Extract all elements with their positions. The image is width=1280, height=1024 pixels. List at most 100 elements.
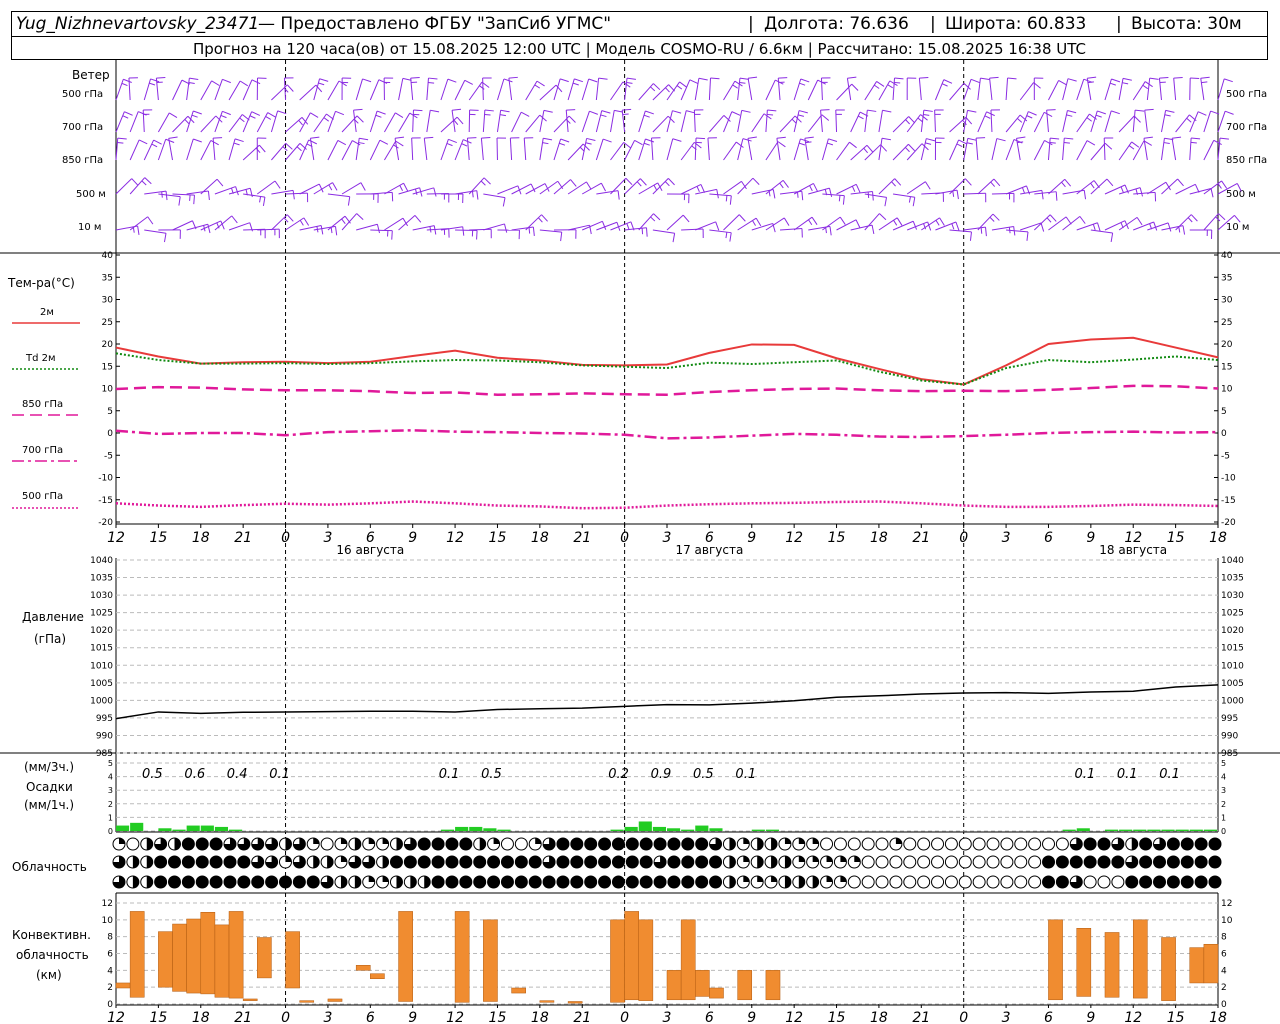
precip-bar-21 xyxy=(751,829,765,831)
temp-ylabel-right-20: 20 xyxy=(1221,340,1233,350)
wind-flag-0-33 xyxy=(588,78,598,83)
time-axis-bottom-tick-label-21: 3 xyxy=(1002,1010,1011,1024)
wind-barb-1-3 xyxy=(157,112,170,133)
wind-barb-1-22 xyxy=(426,110,431,133)
cloud-fill-low-76 xyxy=(1167,838,1180,850)
time-axis-bottom-tick-label-17: 15 xyxy=(828,1010,846,1024)
conv-ylabel-left-4: 4 xyxy=(107,966,113,976)
wind-barb-2-69 xyxy=(1090,142,1106,161)
wind-flag-4-78 xyxy=(1234,215,1241,223)
wind-flag-2-66 xyxy=(1050,137,1060,140)
wind-barb-1-30 xyxy=(539,110,545,133)
wind-flag2-4-54 xyxy=(893,219,898,226)
wind-flag-1-10 xyxy=(267,112,276,118)
cloud-fill-high-43 xyxy=(709,876,722,888)
pressure-ylabel-right-995: 995 xyxy=(1221,714,1238,724)
wind-flag-1-43 xyxy=(731,111,741,116)
wind-barb-4-20 xyxy=(398,215,416,231)
wind-flag-2-47 xyxy=(776,136,786,139)
wind-barb-0-62 xyxy=(989,78,993,101)
wind-flag2-3-24 xyxy=(471,191,474,198)
wind-flag-4-23 xyxy=(462,226,465,236)
wind-flag2-3-48 xyxy=(809,185,813,192)
cloud-circle-mid-58 xyxy=(917,855,931,869)
wind-flag-3-66 xyxy=(1064,178,1072,187)
cloud-circle-high-60 xyxy=(944,875,958,889)
wind-barb-0-45 xyxy=(747,78,753,101)
wind-barb-3-42 xyxy=(709,193,732,197)
cloud-fill-low-48 xyxy=(784,838,791,844)
wind-barb-2-61 xyxy=(975,138,979,161)
precip-bar-31 xyxy=(1189,829,1203,831)
cloud-fill-high-79 xyxy=(1209,876,1221,888)
precip-bar-17 xyxy=(667,828,681,831)
wind-flag-3-16 xyxy=(360,182,366,191)
cloud-fill-low-24 xyxy=(445,838,458,850)
wind-flag-2-34 xyxy=(602,138,612,143)
wind-flag-2-15 xyxy=(337,139,347,146)
wind-flag-4-14 xyxy=(335,226,338,236)
wind-flag2-1-64 xyxy=(1026,115,1033,119)
wind-barb-1-8 xyxy=(228,114,243,133)
wind-barb-1-42 xyxy=(709,115,725,133)
cloud-circle-high-70 xyxy=(1083,875,1097,889)
wind-barb-0-24 xyxy=(454,80,466,101)
wind-barb-2-60 xyxy=(963,138,969,161)
wind-barb-4-51 xyxy=(836,219,857,231)
wind-flag-3-58 xyxy=(956,190,959,200)
cloud-fill-high-10 xyxy=(251,876,264,888)
wind-flag-0-69 xyxy=(1087,76,1097,79)
precip-3h-label-4: 0.1 xyxy=(439,767,460,782)
cloud-fill-high-7 xyxy=(210,876,223,888)
wind-flag-0-48 xyxy=(800,78,810,83)
precip-bar-23 xyxy=(1062,829,1076,831)
cloud-fill-mid-38 xyxy=(640,856,653,868)
wind-flag2-3-38 xyxy=(664,181,670,187)
wind-flag2-1-27 xyxy=(499,114,507,117)
wind-flag-4-65 xyxy=(1049,214,1057,222)
wind-flag-1-69 xyxy=(1097,110,1106,115)
wind-flag-1-59 xyxy=(965,116,973,125)
wind-flag2-2-57 xyxy=(925,142,932,145)
wind-flag2-0-29 xyxy=(534,84,541,89)
cloud-fill-mid-3 xyxy=(154,856,167,868)
precip-ylabel-left-0: 0 xyxy=(108,827,113,836)
wind-barb-3-61 xyxy=(977,178,995,195)
cloud-fill-mid-28 xyxy=(501,856,514,868)
wind-flag-0-73 xyxy=(1149,77,1159,80)
pressure-ylabel-right-1015: 1015 xyxy=(1221,644,1244,654)
wind-flag-2-52 xyxy=(866,144,874,153)
time-axis-bottom-tick-label-3: 21 xyxy=(234,1010,252,1024)
conv-bar-18 xyxy=(511,987,526,994)
conv-ylabel-right-0: 0 xyxy=(1221,1000,1227,1010)
wind-flag-1-55 xyxy=(908,116,916,124)
temp-ylabel-right-10: 10 xyxy=(1221,385,1233,395)
temp-ylabel-right-15: 15 xyxy=(1221,362,1232,372)
wind-barb-2-75 xyxy=(1171,138,1177,161)
time-axis-top-tick-label-15: 9 xyxy=(747,530,756,546)
cloud-fill-low-6 xyxy=(196,838,209,850)
wind-flag2-2-17 xyxy=(358,142,365,145)
wind-flag-4-28 xyxy=(532,226,535,237)
wind-flag-1-27 xyxy=(500,109,510,113)
wind-barb-1-6 xyxy=(200,115,217,133)
wind-flag-0-14 xyxy=(319,78,329,82)
wind-flag-1-54 xyxy=(882,109,892,113)
wind-flag2-1-14 xyxy=(323,117,330,122)
wind-flag-4-33 xyxy=(601,221,607,230)
cloud-fill-mid-70 xyxy=(1084,856,1097,868)
cloud-circle-high-53 xyxy=(847,875,861,889)
conv-ylabel-right-10: 10 xyxy=(1221,916,1233,926)
wind-flag-0-2 xyxy=(150,78,160,83)
wind-barb-0-13 xyxy=(299,84,317,101)
wind-flag-2-71 xyxy=(1131,141,1140,148)
wind-flag-1-78 xyxy=(1224,110,1234,115)
wind-flag-4-36 xyxy=(645,227,648,237)
wind-barb-0-5 xyxy=(186,78,190,101)
time-axis-bottom-tick-label-12: 0 xyxy=(620,1010,629,1024)
precip-ylabel-right-1: 1 xyxy=(1221,813,1226,822)
precip-bar-28 xyxy=(1147,829,1161,831)
conv-bar-22 xyxy=(624,911,639,1001)
wind-barb-3-30 xyxy=(539,180,559,195)
cloud-fill-high-26 xyxy=(473,876,486,888)
